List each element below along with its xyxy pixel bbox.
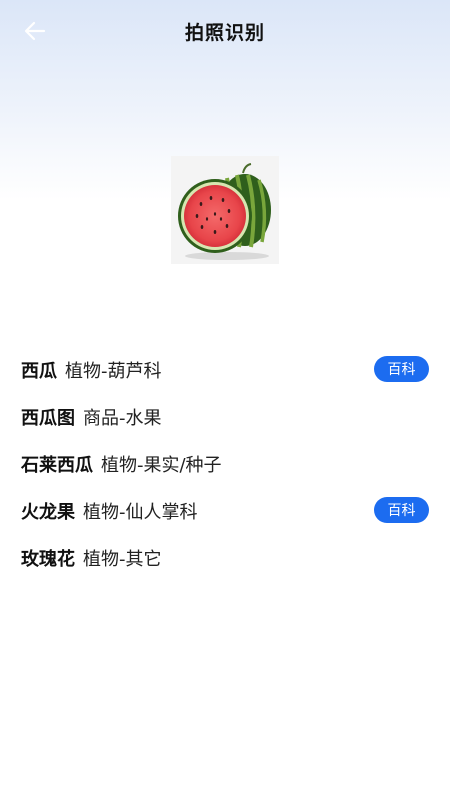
page-title: 拍照识别 [184, 22, 265, 44]
result-row[interactable]: 西瓜 植物-葫芦科 百科 [0, 346, 450, 393]
recognition-page: 拍照识别 西瓜 植物-葫芦科 百科 西瓜图 商品-水果 石莱西瓜 植物-果实/种… [0, 0, 450, 800]
result-row[interactable]: 玫瑰花 植物-其它 [0, 534, 450, 581]
baike-button[interactable]: 百科 [374, 356, 429, 382]
result-row[interactable]: 西瓜图 商品-水果 [0, 393, 450, 440]
recognition-results: 西瓜 植物-葫芦科 百科 西瓜图 商品-水果 石莱西瓜 植物-果实/种子 火龙果… [0, 346, 450, 581]
result-name: 玫瑰花 [21, 548, 75, 570]
result-name: 西瓜 [21, 360, 57, 382]
watermelon-image [171, 156, 279, 264]
baike-button[interactable]: 百科 [374, 497, 429, 523]
result-name: 石莱西瓜 [21, 454, 93, 476]
result-name: 火龙果 [21, 501, 75, 523]
result-row[interactable]: 石莱西瓜 植物-果实/种子 [0, 440, 450, 487]
captured-photo[interactable] [171, 156, 279, 264]
result-name: 西瓜图 [21, 407, 75, 429]
result-category: 植物-仙人掌科 [83, 501, 198, 523]
result-category: 植物-其它 [83, 548, 162, 570]
header: 拍照识别 [0, 0, 450, 62]
result-category: 商品-水果 [83, 407, 162, 429]
result-category: 植物-葫芦科 [65, 360, 162, 382]
result-category: 植物-果实/种子 [101, 454, 222, 476]
result-row[interactable]: 火龙果 植物-仙人掌科 百科 [0, 487, 450, 534]
